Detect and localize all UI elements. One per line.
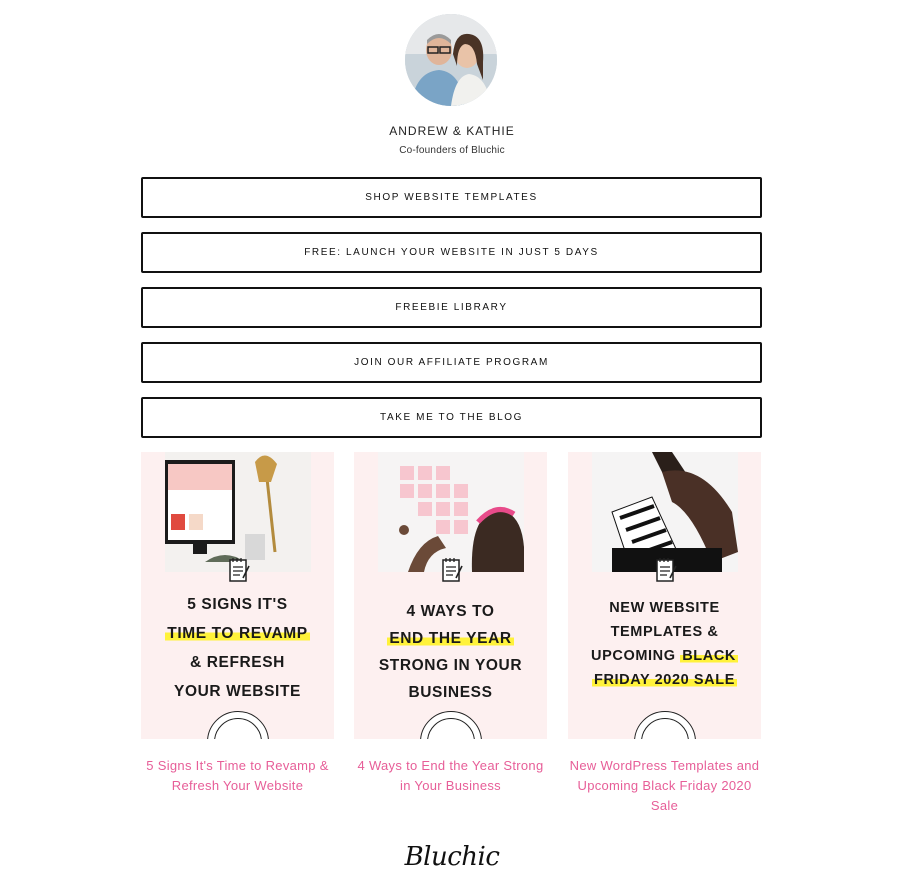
bluchic-seal-logo (206, 711, 269, 739)
post-1-headline-line: 5 SIGNS IT'S (187, 596, 288, 613)
post-card-2[interactable]: 4 WAYS TO END THE YEAR STRONG IN YOUR BU… (354, 452, 547, 739)
bluchic-seal-logo (633, 711, 696, 739)
affiliate-program-button[interactable]: JOIN OUR AFFILIATE PROGRAM (141, 342, 762, 383)
post-2-caption-link[interactable]: 4 Ways to End the Year Strong in Your Bu… (354, 756, 547, 796)
post-3-headline-line: TEMPLATES & (610, 624, 719, 640)
profile-subtitle: Co-founders of Bluchic (399, 145, 505, 156)
post-1-headline-highlight: TIME TO REVAMP (165, 625, 310, 642)
post-1-headline: 5 SIGNS IT'S TIME TO REVAMP & REFRESH YO… (141, 590, 334, 706)
post-3-headline-text: UPCOMING (591, 648, 681, 664)
post-3-caption-link[interactable]: New WordPress Templates and Upcoming Bla… (568, 756, 761, 816)
shop-templates-button[interactable]: SHOP WEBSITE TEMPLATES (141, 177, 762, 218)
bluchic-seal-logo (419, 711, 482, 739)
launch-website-button[interactable]: FREE: LAUNCH YOUR WEBSITE IN JUST 5 DAYS (141, 232, 762, 273)
post-2-headline-line: BUSINESS (408, 684, 493, 701)
notepad-icon (440, 556, 464, 589)
post-2-headline-line: STRONG IN YOUR (378, 657, 523, 674)
post-3-headline-highlight: BLACK (680, 648, 738, 664)
post-card-3[interactable]: NEW WEBSITE TEMPLATES & UPCOMING BLACK F… (568, 452, 761, 739)
post-card-1[interactable]: 5 SIGNS IT'S TIME TO REVAMP & REFRESH YO… (141, 452, 334, 739)
blog-button[interactable]: TAKE ME TO THE BLOG (141, 397, 762, 438)
freebie-library-button[interactable]: FREEBIE LIBRARY (141, 287, 762, 328)
post-2-image (378, 452, 524, 572)
post-1-headline-line: YOUR WEBSITE (174, 683, 301, 700)
avatar (405, 14, 497, 106)
bluchic-logo[interactable]: Bluchic (0, 842, 904, 872)
post-1-image (165, 452, 311, 572)
notepad-icon (654, 556, 678, 589)
profile-name: ANDREW & KATHIE (389, 124, 515, 138)
post-2-headline-line: 4 WAYS TO (406, 603, 495, 620)
post-2-headline: 4 WAYS TO END THE YEAR STRONG IN YOUR BU… (354, 598, 547, 706)
notepad-icon (227, 556, 251, 589)
post-3-image (592, 452, 738, 572)
post-2-headline-highlight: END THE YEAR (387, 630, 514, 647)
post-3-headline-highlight: FRIDAY 2020 SALE (592, 672, 737, 688)
post-1-headline-line: & REFRESH (190, 654, 285, 671)
post-3-headline-line: NEW WEBSITE (609, 600, 720, 616)
post-3-headline: NEW WEBSITE TEMPLATES & UPCOMING BLACK F… (568, 596, 761, 692)
post-1-caption-link[interactable]: 5 Signs It's Time to Revamp & Refresh Yo… (141, 756, 334, 796)
